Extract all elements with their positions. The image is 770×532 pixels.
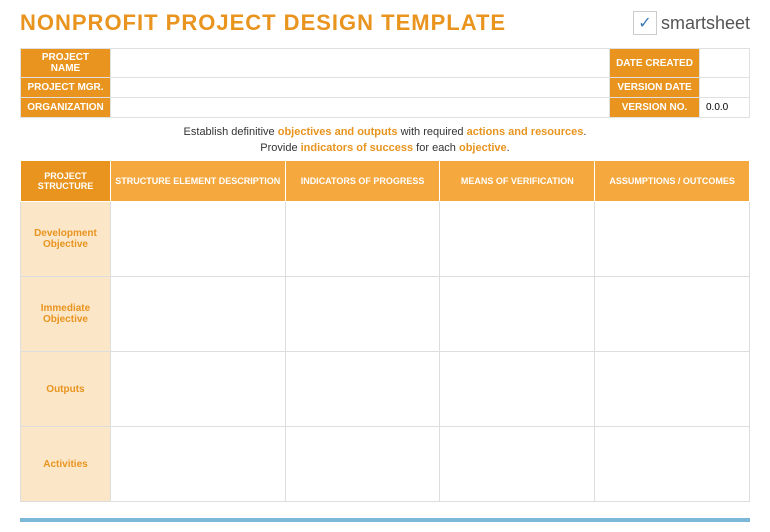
cell[interactable] xyxy=(110,352,285,427)
row-label-development: Development Objective xyxy=(21,202,111,277)
table-row: Immediate Objective xyxy=(21,277,750,352)
header-means: MEANS OF VERIFICATION xyxy=(440,161,595,202)
instruction-line-1: Establish definitive objectives and outp… xyxy=(20,126,750,138)
table-row: Outputs xyxy=(21,352,750,427)
row-label-activities: Activities xyxy=(21,427,111,502)
cell[interactable] xyxy=(285,277,440,352)
cell[interactable] xyxy=(285,202,440,277)
cell[interactable] xyxy=(440,202,595,277)
row-label-immediate: Immediate Objective xyxy=(21,277,111,352)
footer-bar xyxy=(20,518,750,522)
meta-value-organization[interactable] xyxy=(111,98,610,118)
meta-value-project-name[interactable] xyxy=(111,49,610,78)
header-project-structure: PROJECT STRUCTURE xyxy=(21,161,111,202)
meta-value-project-mgr[interactable] xyxy=(111,78,610,98)
header-assumptions: ASSUMPTIONS / OUTCOMES xyxy=(595,161,750,202)
header-structure-element: STRUCTURE ELEMENT DESCRIPTION xyxy=(110,161,285,202)
row-label-outputs: Outputs xyxy=(21,352,111,427)
cell[interactable] xyxy=(595,352,750,427)
checkmark-icon: ✓ xyxy=(633,11,657,35)
cell[interactable] xyxy=(110,202,285,277)
header-indicators: INDICATORS OF PROGRESS xyxy=(285,161,440,202)
meta-label-date-created: DATE CREATED xyxy=(610,49,700,78)
meta-label-project-mgr: PROJECT MGR. xyxy=(21,78,111,98)
meta-label-organization: ORGANIZATION xyxy=(21,98,111,118)
cell[interactable] xyxy=(440,427,595,502)
meta-label-version-date: VERSION DATE xyxy=(610,78,700,98)
cell[interactable] xyxy=(110,427,285,502)
table-row: Activities xyxy=(21,427,750,502)
brand-text: smartsheet xyxy=(661,13,750,34)
cell[interactable] xyxy=(110,277,285,352)
table-row: Development Objective xyxy=(21,202,750,277)
main-table: PROJECT STRUCTURE STRUCTURE ELEMENT DESC… xyxy=(20,160,750,502)
cell[interactable] xyxy=(595,277,750,352)
cell[interactable] xyxy=(285,427,440,502)
cell[interactable] xyxy=(595,427,750,502)
meta-label-version-no: VERSION NO. xyxy=(610,98,700,118)
cell[interactable] xyxy=(440,352,595,427)
cell[interactable] xyxy=(440,277,595,352)
instruction-line-2: Provide indicators of success for each o… xyxy=(20,142,750,154)
page-title: NONPROFIT PROJECT DESIGN TEMPLATE xyxy=(20,10,506,36)
meta-table: PROJECT NAME DATE CREATED PROJECT MGR. V… xyxy=(20,48,750,118)
meta-value-version-no[interactable]: 0.0.0 xyxy=(700,98,750,118)
meta-value-date-created[interactable] xyxy=(700,49,750,78)
cell[interactable] xyxy=(595,202,750,277)
cell[interactable] xyxy=(285,352,440,427)
brand-logo: ✓ smartsheet xyxy=(633,11,750,35)
meta-label-project-name: PROJECT NAME xyxy=(21,49,111,78)
meta-value-version-date[interactable] xyxy=(700,78,750,98)
